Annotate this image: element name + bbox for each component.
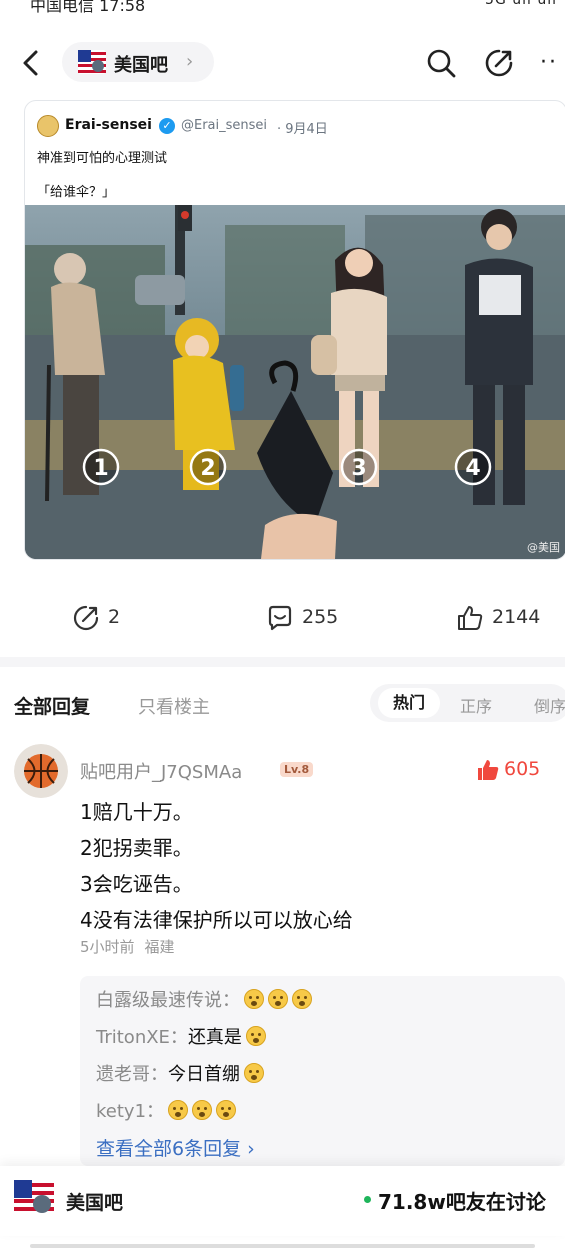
forum-name: 美国吧 <box>114 55 168 76</box>
reply-time: 5小时前 <box>80 938 135 956</box>
share-icon[interactable] <box>482 46 516 80</box>
carrier-time: 中国电信 17:58 <box>30 0 146 14</box>
tab-all-replies[interactable]: 全部回复 <box>14 692 90 719</box>
repost-count: 2 <box>108 606 121 628</box>
sub-reply: 白露级最速传说： <box>96 986 312 1012</box>
sub-reply-text: 今日首绷 <box>168 1064 240 1085</box>
choice-label-3: 3 <box>351 456 366 481</box>
tweet-text-quote: 「给谁伞？」 <box>37 185 116 200</box>
sub-reply: 遗老哥：今日首绷 <box>96 1060 264 1086</box>
search-icon[interactable] <box>424 46 458 80</box>
tweet-card[interactable]: Erai-sensei ✓ @Erai_sensei · 9月4日 神准到可怕的… <box>24 100 565 560</box>
comment-count: 255 <box>302 606 339 628</box>
sub-reply: TritonXE：还真是 <box>96 1023 266 1049</box>
image-watermark: @美国 <box>527 541 560 554</box>
us-flag-icon <box>78 50 106 74</box>
top-nav-bar: 美国吧 › ·· <box>0 38 565 88</box>
reply-like-count: 605 <box>504 758 541 780</box>
forum-pill[interactable]: 美国吧 › <box>62 42 214 82</box>
like-count: 2144 <box>492 606 541 628</box>
reply-location: 福建 <box>144 938 175 956</box>
more-icon[interactable]: ·· <box>540 50 558 75</box>
emoji-icon <box>268 989 288 1009</box>
reply-line-3: 3会吃诬告。 <box>80 872 193 896</box>
choice-label-4: 4 <box>465 456 480 481</box>
emoji-icon <box>292 989 312 1009</box>
sub-reply-name: TritonXE： <box>96 1027 188 1048</box>
sub-reply-name: kety1： <box>96 1101 165 1122</box>
emoji-icon <box>244 989 264 1009</box>
avatar[interactable] <box>14 744 68 798</box>
reply-sort-bar: 全部回复 只看楼主 热门 正序 倒序 <box>0 684 565 724</box>
sort-reverse[interactable]: 倒序 <box>534 693 565 717</box>
discussion-count: 71.8w吧友在讨论 <box>378 1190 546 1214</box>
emoji-icon <box>245 1026 266 1046</box>
reply-line-1: 1赔几十万。 <box>80 800 193 824</box>
choice-label-2: 2 <box>200 456 215 481</box>
tweet-avatar <box>37 115 59 137</box>
choice-number-2: 2 <box>189 448 227 486</box>
rain-umbrella-image[interactable]: 1 2 3 4 <box>25 205 565 559</box>
section-divider <box>0 657 565 667</box>
reply-username[interactable]: 贴吧用户_J7QSMAa <box>80 758 242 784</box>
reply-line-4: 4没有法律保护所以可以放心给 <box>80 908 353 932</box>
level-badge: Lv.8 <box>280 762 314 777</box>
thumbs-up-icon <box>458 606 483 630</box>
online-dot <box>364 1196 371 1203</box>
sub-reply-name: 白露级最速传说： <box>96 990 240 1011</box>
home-indicator <box>30 1244 535 1248</box>
sort-hot[interactable]: 热门 <box>378 688 440 718</box>
sort-sequential[interactable]: 正序 <box>460 693 492 717</box>
chevron-right-icon: › <box>186 51 194 72</box>
emoji-icon <box>168 1100 189 1120</box>
tab-op-only[interactable]: 只看楼主 <box>138 693 210 719</box>
back-icon[interactable] <box>16 46 46 80</box>
reply-line-2: 2犯拐卖罪。 <box>80 836 193 860</box>
choice-number-3: 3 <box>340 448 378 486</box>
bottom-forum-bar[interactable]: 美国吧 71.8w吧友在讨论 <box>0 1166 565 1236</box>
tweet-header: Erai-sensei ✓ @Erai_sensei · 9月4日 <box>37 115 557 137</box>
choice-number-1: 1 <box>82 448 120 486</box>
us-flag-icon <box>14 1180 54 1216</box>
comment-icon <box>268 605 292 631</box>
bottom-forum-name: 美国吧 <box>66 1192 124 1214</box>
repost-icon <box>73 605 99 631</box>
tweet-handle: @Erai_sensei <box>181 118 268 133</box>
status-indicators: 5G ull ull <box>485 0 557 8</box>
emoji-icon <box>244 1063 264 1083</box>
sub-reply: kety1： <box>96 1097 237 1123</box>
status-bar: 中国电信 17:58 5G ull ull <box>0 0 565 14</box>
emoji-icon <box>216 1100 237 1120</box>
reply-post: 贴吧用户_J7QSMAa Lv.8 605 1赔几十万。 2犯拐卖罪。 3会吃诬… <box>0 744 565 1166</box>
reply-body: 1赔几十万。 2犯拐卖罪。 3会吃诬告。 4没有法律保护所以可以放心给 <box>80 794 353 938</box>
sub-reply-text: 还真是 <box>187 1027 242 1048</box>
sort-toggle-group: 热门 正序 倒序 <box>370 684 565 722</box>
tweet-date: · 9月4日 <box>277 122 328 137</box>
choice-label-1: 1 <box>93 456 108 481</box>
verified-badge-icon: ✓ <box>159 118 175 134</box>
reply-meta: 5小时前 福建 <box>80 936 175 957</box>
thumbs-up-filled-icon[interactable] <box>476 758 500 782</box>
choice-number-4: 4 <box>454 448 492 486</box>
tweet-author: Erai-sensei <box>65 117 152 133</box>
tweet-text: 神准到可怕的心理测试 <box>37 151 168 166</box>
sub-reply-name: 遗老哥： <box>96 1064 168 1085</box>
emoji-icon <box>192 1100 213 1120</box>
view-all-replies-link[interactable]: 查看全部6条回复 › <box>96 1134 255 1161</box>
sub-replies-box[interactable]: 白露级最速传说： TritonXE：还真是 遗老哥：今日首绷 kety1： 查看… <box>80 976 565 1166</box>
post-actions: 2 255 2144 <box>0 600 565 636</box>
